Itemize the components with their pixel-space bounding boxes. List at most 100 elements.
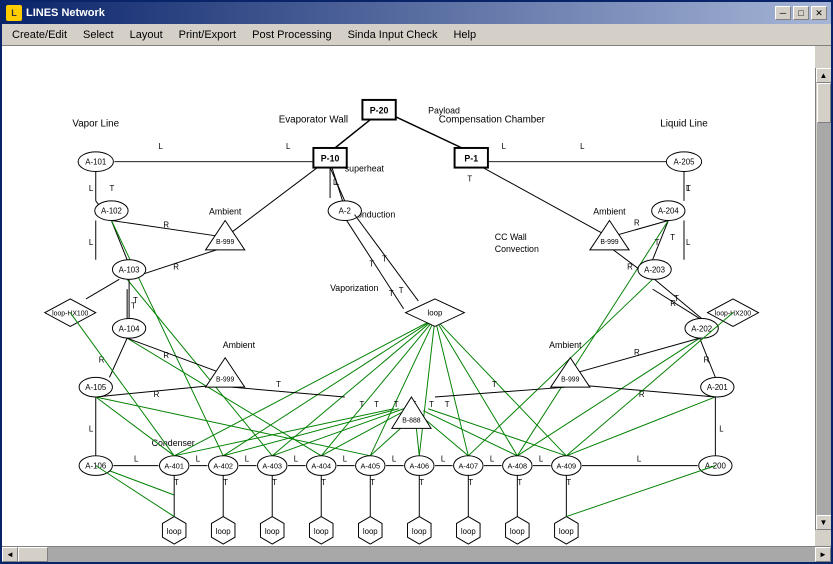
svg-text:A-203: A-203 xyxy=(644,265,666,274)
svg-text:B-999: B-999 xyxy=(216,239,234,246)
svg-text:L: L xyxy=(686,238,691,247)
title-buttons: ─ □ ✕ xyxy=(775,6,827,20)
svg-text:A-205: A-205 xyxy=(674,158,696,167)
network-diagram: Vapor Line Liquid Line Evaporator Wall C… xyxy=(2,46,815,546)
svg-text:T: T xyxy=(492,380,497,389)
menu-create-edit[interactable]: Create/Edit xyxy=(4,25,75,45)
svg-text:T: T xyxy=(276,380,281,389)
app-icon: L xyxy=(6,5,22,21)
svg-text:T: T xyxy=(370,478,375,487)
menu-select[interactable]: Select xyxy=(75,25,122,45)
svg-text:R: R xyxy=(173,263,179,272)
svg-text:B-999: B-999 xyxy=(561,376,579,383)
svg-text:T: T xyxy=(374,400,379,409)
svg-text:L: L xyxy=(392,455,397,464)
svg-text:P-20: P-20 xyxy=(370,106,389,116)
svg-text:A-103: A-103 xyxy=(119,265,141,274)
svg-text:Liquid Line: Liquid Line xyxy=(660,118,708,129)
svg-text:A-101: A-101 xyxy=(85,158,106,167)
svg-text:R: R xyxy=(704,356,710,365)
svg-text:L: L xyxy=(580,142,585,151)
svg-text:Evaporator Wall: Evaporator Wall xyxy=(279,114,348,125)
svg-text:A-404: A-404 xyxy=(311,462,331,471)
svg-text:L: L xyxy=(490,455,495,464)
svg-text:L: L xyxy=(89,238,94,247)
svg-text:T: T xyxy=(655,238,660,247)
svg-text:loop: loop xyxy=(167,527,182,536)
svg-text:R: R xyxy=(163,351,169,360)
svg-text:Compensation Chamber: Compensation Chamber xyxy=(439,114,546,125)
svg-text:T: T xyxy=(517,478,522,487)
main-window: L LINES Network ─ □ ✕ Create/Edit Select… xyxy=(0,0,833,564)
svg-text:loop: loop xyxy=(461,527,476,536)
svg-text:loop: loop xyxy=(265,527,280,536)
menu-bar: Create/Edit Select Layout Print/Export P… xyxy=(2,24,831,46)
svg-text:T: T xyxy=(359,400,364,409)
svg-text:T: T xyxy=(382,255,387,264)
svg-text:P-1: P-1 xyxy=(464,154,478,164)
svg-text:R: R xyxy=(634,218,640,227)
svg-text:A-202: A-202 xyxy=(691,324,712,333)
svg-text:T: T xyxy=(686,184,691,193)
svg-text:loop: loop xyxy=(314,527,329,536)
horizontal-scrollbar[interactable]: ◄ ► xyxy=(2,546,831,562)
svg-text:T: T xyxy=(321,478,326,487)
svg-text:L: L xyxy=(637,455,642,464)
minimize-button[interactable]: ─ xyxy=(775,6,791,20)
window-title: LINES Network xyxy=(26,7,775,19)
svg-text:T: T xyxy=(674,294,679,303)
svg-text:superheat: superheat xyxy=(345,163,385,173)
scroll-left-button[interactable]: ◄ xyxy=(2,547,18,562)
svg-text:R: R xyxy=(634,348,640,357)
svg-text:T: T xyxy=(399,286,404,295)
svg-text:A-401: A-401 xyxy=(164,462,184,471)
svg-text:Vaporization: Vaporization xyxy=(330,283,378,293)
menu-help[interactable]: Help xyxy=(445,25,484,45)
svg-text:A-201: A-201 xyxy=(707,383,728,392)
svg-text:A-104: A-104 xyxy=(119,324,141,333)
svg-text:T: T xyxy=(419,478,424,487)
maximize-button[interactable]: □ xyxy=(793,6,809,20)
svg-text:P-10: P-10 xyxy=(321,154,340,164)
diagram-canvas[interactable]: Vapor Line Liquid Line Evaporator Wall C… xyxy=(2,46,815,546)
svg-text:T: T xyxy=(109,184,114,193)
svg-text:T: T xyxy=(467,174,472,183)
svg-text:T: T xyxy=(174,478,179,487)
menu-layout[interactable]: Layout xyxy=(122,25,171,45)
svg-text:Ambient: Ambient xyxy=(209,207,242,217)
menu-print-export[interactable]: Print/Export xyxy=(171,25,244,45)
svg-text:A-407: A-407 xyxy=(458,462,478,471)
svg-text:L: L xyxy=(719,424,724,433)
svg-text:L: L xyxy=(196,455,201,464)
svg-text:Vapor Line: Vapor Line xyxy=(72,118,119,129)
svg-text:A-200: A-200 xyxy=(705,462,727,471)
scroll-up-button[interactable]: ▲ xyxy=(816,68,832,83)
close-button[interactable]: ✕ xyxy=(811,6,827,20)
svg-text:L: L xyxy=(134,455,139,464)
menu-sinda-input-check[interactable]: Sinda Input Check xyxy=(340,25,446,45)
svg-text:Condenser: Condenser xyxy=(152,438,195,448)
menu-post-processing[interactable]: Post Processing xyxy=(244,25,339,45)
svg-text:T: T xyxy=(566,478,571,487)
vertical-scrollbar[interactable]: ▲ ▼ xyxy=(815,68,831,530)
main-content: Vapor Line Liquid Line Evaporator Wall C… xyxy=(2,46,831,546)
svg-text:A-402: A-402 xyxy=(213,462,233,471)
svg-text:CC Wall: CC Wall xyxy=(495,232,527,242)
svg-text:A-204: A-204 xyxy=(658,207,680,216)
svg-text:T: T xyxy=(468,478,473,487)
svg-text:B-999: B-999 xyxy=(216,376,234,383)
svg-text:A-105: A-105 xyxy=(85,383,107,392)
svg-text:T: T xyxy=(369,260,374,269)
svg-text:T: T xyxy=(223,478,228,487)
svg-text:A-406: A-406 xyxy=(409,462,429,471)
svg-text:R: R xyxy=(154,390,160,399)
svg-text:A-409: A-409 xyxy=(557,462,577,471)
svg-text:L: L xyxy=(333,178,338,187)
scroll-right-button[interactable]: ► xyxy=(815,547,831,562)
svg-text:L: L xyxy=(89,424,94,433)
svg-text:R: R xyxy=(163,220,169,229)
svg-text:B-888: B-888 xyxy=(402,417,420,424)
scroll-thumb[interactable] xyxy=(18,547,48,562)
svg-text:R: R xyxy=(99,356,105,365)
scroll-down-button[interactable]: ▼ xyxy=(816,515,832,530)
